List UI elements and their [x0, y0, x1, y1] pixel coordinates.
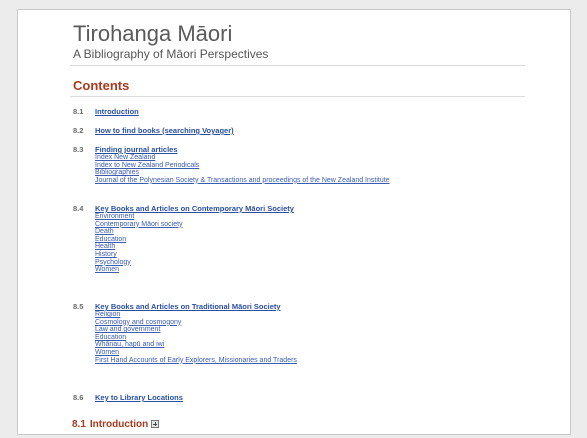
section-heading-number: 8.1 [72, 419, 86, 430]
page-title: Tirohanga Māori [73, 21, 233, 46]
toc-sublink[interactable]: Bibliographies [95, 169, 390, 177]
section-heading-introduction[interactable]: 8.1 Introduction [72, 419, 160, 430]
toc-section-number: 8.1 [73, 107, 84, 116]
section-heading-title: Introduction [89, 419, 149, 430]
toc-sublink[interactable]: Women [95, 266, 183, 274]
toc-sublink[interactable]: Journal of the Polynesian Society & Tran… [95, 177, 390, 185]
toc-section-number: 8.6 [73, 393, 84, 402]
toc-section-number: 8.4 [73, 204, 84, 213]
toc-sublink[interactable]: Death [95, 228, 183, 236]
toc-sublink[interactable]: Index to New Zealand Periodicals [95, 162, 390, 170]
contents-divider [70, 96, 525, 97]
page-subtitle: A Bibliography of Māori Perspectives [73, 47, 269, 61]
toc-sublink[interactable]: Education [95, 236, 183, 244]
toc-sublink[interactable]: Law and government [95, 326, 297, 334]
toc-section-number: 8.2 [73, 126, 84, 135]
toc-sublink[interactable]: Religion [95, 311, 297, 319]
toc-link-contemporary-society[interactable]: Key Books and Articles on Contemporary M… [95, 204, 294, 213]
toc-sublink[interactable]: Contemporary Māori society [95, 221, 183, 229]
toc-link-introduction[interactable]: Introduction [95, 107, 139, 116]
toc-sublink-list: Religion Cosmology and cosmogony Law and… [95, 311, 297, 364]
page-header: Tirohanga Māori A Bibliography of Māori … [73, 21, 269, 62]
toc-sublink[interactable]: Whānau, hapū and iwi [95, 341, 297, 349]
toc-sublink[interactable]: History [95, 251, 183, 259]
toc-section-number: 8.3 [73, 145, 84, 154]
toc-sublink-list: Index New Zealand Index to New Zealand P… [95, 154, 390, 184]
contents-heading: Contents [73, 78, 130, 93]
toc-link-journal-articles[interactable]: Finding journal articles [95, 145, 178, 154]
toc-sublink[interactable]: Environment [95, 213, 183, 221]
expand-icon[interactable] [151, 420, 160, 428]
toc-sublink-list: Environment Contemporary Māori society D… [95, 213, 183, 274]
toc-link-traditional-society[interactable]: Key Books and Articles on Traditional Mā… [95, 302, 281, 311]
toc-section-number: 8.5 [73, 302, 84, 311]
header-divider [70, 65, 525, 66]
toc-sublink[interactable]: Psychology [95, 259, 183, 267]
document-page: Tirohanga Māori A Bibliography of Māori … [17, 9, 571, 435]
toc-sublink[interactable]: Women [95, 349, 297, 357]
toc-sublink[interactable]: Health [95, 243, 183, 251]
toc-sublink[interactable]: Education [95, 334, 297, 342]
toc-sublink[interactable]: Index New Zealand [95, 154, 390, 162]
toc-sublink[interactable]: Cosmology and cosmogony [95, 319, 297, 327]
toc-sublink[interactable]: First Hand Accounts of Early Explorers, … [95, 357, 297, 365]
toc-link-library-locations[interactable]: Key to Library Locations [95, 393, 183, 402]
toc-link-finding-books[interactable]: How to find books (searching Voyager) [95, 126, 234, 135]
